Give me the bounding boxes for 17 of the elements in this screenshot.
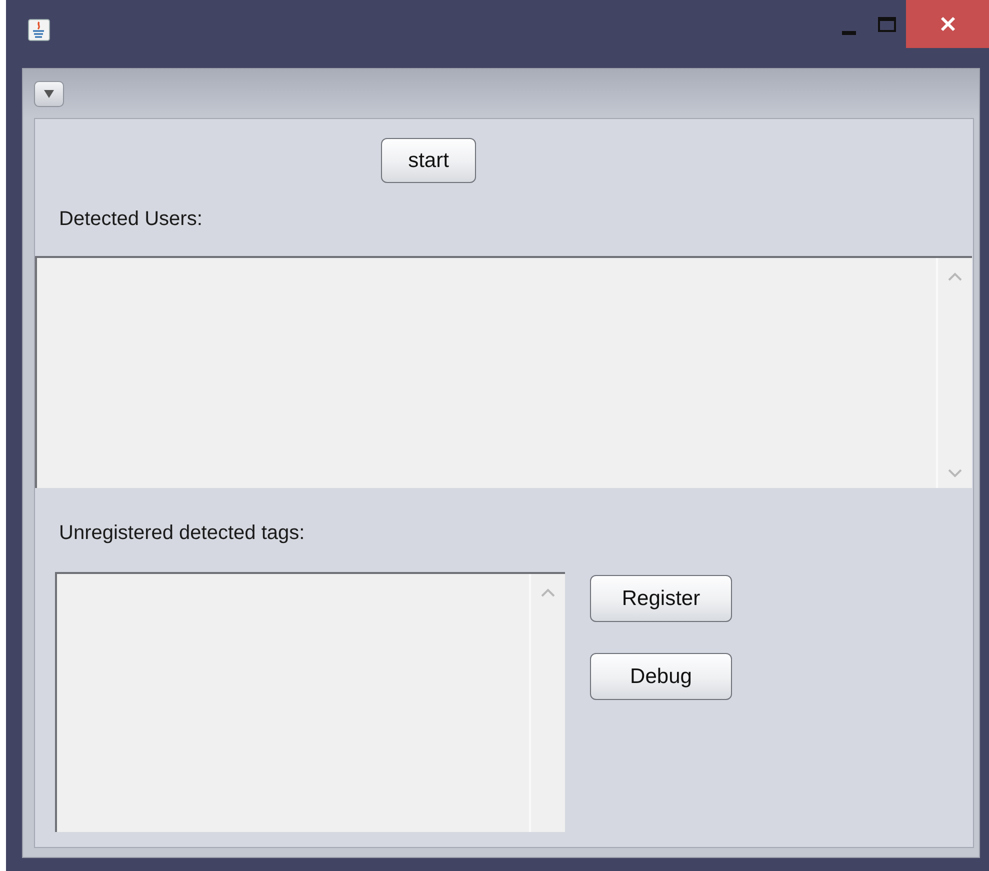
minimize-icon[interactable]	[842, 31, 856, 35]
scroll-down-icon[interactable]	[948, 469, 962, 478]
dropdown-button[interactable]	[34, 80, 64, 106]
detected-users-label: Detected Users:	[59, 208, 202, 231]
scroll-up-icon[interactable]	[541, 588, 555, 597]
close-icon[interactable]	[940, 16, 956, 32]
maximize-icon[interactable]	[878, 16, 896, 32]
caret-icon	[44, 90, 54, 98]
action-button[interactable]: Debug	[590, 653, 732, 700]
action-button[interactable]: Register	[590, 575, 732, 622]
unregistered-tags-list[interactable]	[55, 572, 565, 832]
unregistered-tags-label: Unregistered detected tags:	[59, 522, 305, 545]
detected-users-list[interactable]	[35, 256, 972, 488]
close-button[interactable]	[906, 0, 989, 48]
scroll-up-icon[interactable]	[948, 272, 962, 281]
start-button[interactable]: start	[381, 138, 476, 183]
app-icon	[28, 19, 50, 41]
